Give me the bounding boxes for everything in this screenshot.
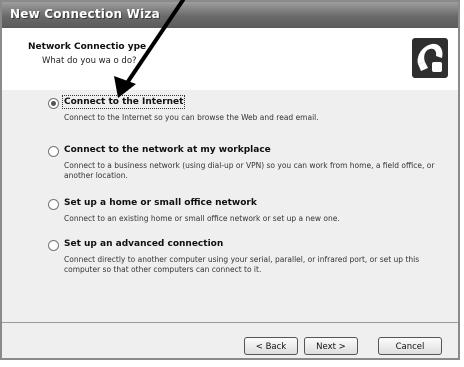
radio-advanced-connection[interactable] — [48, 240, 59, 251]
title-bar[interactable]: New Connection Wiza — [2, 2, 458, 28]
radio-home-office-network[interactable] — [48, 199, 59, 210]
radio-connect-internet[interactable] — [48, 98, 59, 109]
option-label[interactable]: Set up an advanced connection — [64, 239, 223, 249]
page-subtitle: What do you wa o do? — [42, 56, 137, 66]
next-button[interactable]: Next > — [304, 337, 358, 355]
wizard-footer: < Back Next > Cancel — [2, 322, 458, 358]
option-label[interactable]: Connect to the network at my workplace — [64, 145, 271, 155]
page-title: Network Connectio ype — [28, 42, 147, 52]
wizard-header: Network Connectio ype What do you wa o d… — [2, 28, 458, 91]
radio-connect-workplace[interactable] — [48, 146, 59, 157]
option-description: Connect to the Internet so you can brows… — [64, 113, 319, 122]
wizard-content: Connect to the Internet Connect to the I… — [2, 90, 458, 322]
option-label[interactable]: Connect to the Internet — [61, 95, 186, 109]
wizard-window: New Connection Wiza Network Connectio yp… — [0, 0, 460, 360]
wizard-phone-icon — [412, 38, 448, 78]
option-description: Connect directly to another computer usi… — [64, 255, 420, 274]
option-description: Connect to a business network (using dia… — [64, 161, 435, 180]
option-label[interactable]: Set up a home or small office network — [64, 198, 257, 208]
back-button[interactable]: < Back — [244, 337, 298, 355]
option-description: Connect to an existing home or small off… — [64, 214, 340, 223]
cancel-button[interactable]: Cancel — [378, 337, 442, 355]
window-title: New Connection Wiza — [10, 7, 160, 21]
